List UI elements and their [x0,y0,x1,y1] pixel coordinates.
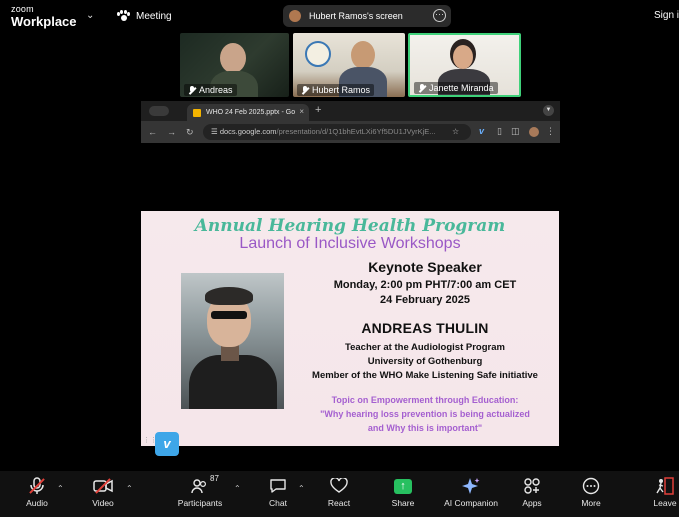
screen-share-label: Hubert Ramos's screen [309,11,403,21]
meeting-label: Meeting [136,10,172,22]
participant-name: Hubert Ramos [297,84,375,96]
meeting-toolbar: Audio ⌃ Video ⌃ 87 Participants ⌃ Chat ⌃… [0,471,679,517]
drag-handle-icon[interactable]: ⋮⋮ [143,437,157,449]
mic-muted-icon [301,85,309,95]
audio-button[interactable]: Audio [22,476,52,508]
sparkle-icon [462,478,480,494]
participant-video [351,41,375,69]
site-info-icon[interactable]: ☰ [211,127,220,136]
slide-title: Annual Hearing Health Program [194,216,506,236]
presentation-slide: Annual Hearing Health Program Launch of … [141,211,559,446]
chat-button[interactable]: Chat [264,476,292,508]
talk-title: and Why this is important" [367,423,483,433]
side-panel-icon[interactable]: ◫ [511,126,520,137]
participants-count: 87 [210,474,219,483]
participant-video [220,43,246,73]
slide-subtitle: Launch of Inclusive Workshops [239,235,461,252]
apps-icon [524,478,540,494]
address-bar-row: ← → ↻ ☰ docs.google.com/presentation/d/1… [141,121,560,143]
ai-companion-button[interactable]: AI Companion [441,476,501,508]
emblem-logo [305,41,331,67]
more-dots-icon [582,477,600,495]
talk-topic: Topic on Empowerment through Education: [331,395,519,405]
more-button[interactable]: More [577,476,605,508]
slides-favicon-icon [193,108,201,117]
participant-tile-janette-miranda[interactable]: Janette Miranda [408,33,521,97]
paw-icon [117,10,130,22]
share-button[interactable]: ↑ Share [388,476,418,508]
react-button[interactable]: React [324,476,354,508]
profile-avatar[interactable] [529,127,539,137]
speaker-affiliation: Teacher at the Audiologist Program [345,342,505,353]
audio-options-chevron-icon[interactable]: ⌃ [57,484,64,493]
chevron-down-icon[interactable]: ⌄ [86,10,94,21]
participant-tile-hubert-ramos[interactable]: Hubert Ramos [293,33,405,97]
talk-title: "Why hearing loss prevention is being ac… [320,409,530,419]
apps-button[interactable]: Apps [518,476,546,508]
speaker-photo [181,273,284,409]
participants-options-chevron-icon[interactable]: ⌃ [234,484,241,493]
chat-options-chevron-icon[interactable]: ⌃ [298,484,305,493]
participants-button[interactable]: 87 Participants [176,474,224,508]
tab-search-button[interactable] [149,106,169,116]
participants-icon [191,479,207,494]
video-options-chevron-icon[interactable]: ⌃ [126,484,133,493]
event-time: Monday, 2:00 pm PHT/7:00 am CET [333,279,517,291]
leave-button[interactable]: Leave [651,476,679,508]
bookmark-star-icon[interactable]: ☆ [452,127,459,136]
mic-muted-icon [188,85,196,95]
video-button[interactable]: Video [88,476,118,508]
share-arrow-icon: ↑ [394,478,412,494]
meeting-info-button[interactable]: Meeting [117,10,172,22]
more-options-icon[interactable]: ··· [433,9,446,22]
avatar [289,10,301,22]
sign-in-link[interactable]: Sign in [654,10,679,21]
mic-muted-icon [418,83,426,93]
event-date: 24 February 2025 [380,294,470,306]
close-tab-icon[interactable]: × [299,107,304,116]
tab-bar: WHO 24 Feb 2025.pptx - Go × + ▼ [141,101,560,121]
participant-name: Janette Miranda [414,82,498,94]
chat-icon [270,479,286,493]
browser-menu-icon[interactable]: ⋮ [546,126,555,137]
tab-menu-chevron-icon[interactable]: ▼ [543,105,554,116]
vimeo-record-badge-icon[interactable]: v [155,432,179,456]
participant-tile-andreas[interactable]: Andreas [180,33,289,97]
extensions-icon[interactable]: ▯ [497,126,502,137]
reload-button[interactable]: ↻ [186,127,194,138]
top-bar: zoom Workplace ⌄ Meeting Hubert Ramos's … [0,0,679,33]
heart-icon [330,478,348,493]
browser-tab[interactable]: WHO 24 Feb 2025.pptx - Go × [187,104,309,121]
back-button[interactable]: ← [148,127,157,137]
keynote-heading: Keynote Speaker [368,259,482,275]
participant-name: Andreas [184,84,237,96]
forward-button[interactable]: → [167,127,176,137]
speaker-name: ANDREAS THULIN [361,320,489,336]
zoom-workplace-logo[interactable]: zoom Workplace [11,5,77,29]
speaker-affiliation: Member of the WHO Make Listening Safe in… [312,370,538,381]
url-input[interactable]: ☰ docs.google.com/presentation/d/1Q1bhEv… [203,124,471,140]
leave-door-icon [656,477,674,495]
vimeo-extension-icon[interactable]: v [479,126,484,136]
speaker-affiliation: University of Gothenburg [367,356,483,367]
screen-share-indicator[interactable]: Hubert Ramos's screen ··· [283,5,451,27]
new-tab-button[interactable]: + [315,104,321,116]
